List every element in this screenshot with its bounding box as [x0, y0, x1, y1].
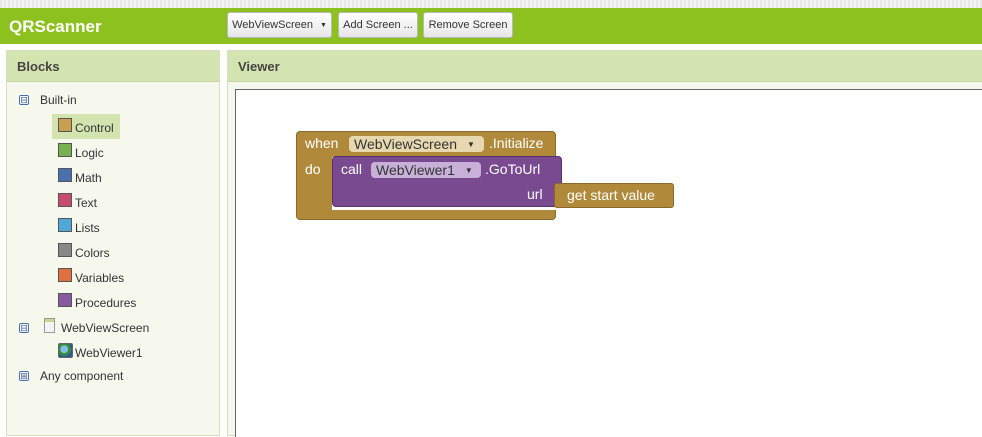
chevron-down-icon: ▼: [466, 139, 475, 149]
tree-item-label: Text: [75, 196, 98, 210]
event-name: .Initialize: [489, 135, 544, 151]
blocks-panel-title: Blocks: [7, 51, 219, 82]
lists-swatch-icon: [58, 218, 72, 232]
blocks-panel: Blocks ⊟ Built-in Control Logic Math Tex…: [6, 50, 220, 436]
add-screen-button[interactable]: Add Screen ...: [338, 12, 418, 38]
logic-swatch-icon: [58, 143, 72, 157]
procedures-swatch-icon: [58, 293, 72, 307]
blocks-workspace[interactable]: when WebViewScreen ▼ .Initialize do call…: [235, 89, 982, 437]
colors-swatch-icon: [58, 243, 72, 257]
webviewer-icon: [58, 342, 73, 358]
tree-item-label: Lists: [75, 221, 100, 235]
tree-item-lists[interactable]: Lists: [58, 217, 100, 239]
call-component-dropdown[interactable]: WebViewer1 ▼: [371, 162, 481, 178]
tree-item-label: Procedures: [75, 296, 137, 310]
url-param-label: url: [527, 186, 543, 202]
tree-item-label: Logic: [75, 146, 104, 160]
call-keyword: call: [341, 161, 363, 177]
tree-item-webviewer[interactable]: WebViewer1: [58, 342, 143, 364]
call-component-label: WebViewer1: [376, 162, 455, 178]
get-start-value-block[interactable]: get start value: [554, 183, 674, 208]
event-component-label: WebViewScreen: [354, 136, 457, 152]
when-keyword: when: [305, 135, 339, 151]
tree-item-variables[interactable]: Variables: [58, 267, 124, 289]
screen-label: WebViewScreen: [61, 321, 150, 335]
tree-item-control[interactable]: Control: [58, 117, 114, 139]
screen-icon: [44, 317, 55, 333]
chevron-down-icon: ▼: [319, 21, 327, 29]
tree-item-logic[interactable]: Logic: [58, 142, 104, 164]
collapse-icon[interactable]: ⊟: [19, 95, 29, 105]
tree-item-text[interactable]: Text: [58, 192, 97, 214]
chevron-down-icon: ▼: [464, 165, 473, 175]
event-block-bottom: [296, 210, 556, 220]
screen-select-label: WebViewScreen: [232, 19, 313, 31]
math-swatch-icon: [58, 168, 72, 182]
call-block[interactable]: call WebViewer1 ▼ .GoToUrl url: [332, 156, 562, 207]
tree-item-math[interactable]: Math: [58, 167, 102, 189]
builtin-label: Built-in: [40, 93, 77, 107]
tree-screen[interactable]: ⊟ WebViewScreen: [19, 317, 149, 339]
any-component-label: Any component: [40, 369, 124, 383]
screen-select-dropdown[interactable]: WebViewScreen ▼: [227, 12, 332, 38]
viewer-panel: Viewer when WebViewScreen ▼ .Initialize …: [227, 50, 982, 437]
top-strip: [0, 0, 982, 8]
expand-icon[interactable]: ⊞: [19, 371, 29, 381]
control-swatch-icon: [58, 118, 72, 132]
tree-item-colors[interactable]: Colors: [58, 242, 110, 264]
app-title: QRScanner: [9, 17, 102, 36]
tree-item-label: Variables: [75, 271, 125, 285]
tree-item-label: Math: [75, 171, 102, 185]
do-keyword: do: [305, 161, 321, 177]
tree-item-procedures[interactable]: Procedures: [58, 292, 136, 314]
viewer-panel-title: Viewer: [228, 51, 982, 82]
variables-swatch-icon: [58, 268, 72, 282]
tree-any-component[interactable]: ⊞ Any component: [19, 365, 123, 387]
tree-item-label: Colors: [75, 246, 110, 260]
tree-item-label: Control: [75, 121, 114, 135]
top-bar: QRScanner WebViewScreen ▼ Add Screen ...…: [0, 8, 982, 44]
event-component-dropdown[interactable]: WebViewScreen ▼: [349, 136, 484, 152]
tree-builtin[interactable]: ⊟ Built-in: [19, 89, 77, 111]
get-start-value-label: get start value: [567, 187, 655, 203]
text-swatch-icon: [58, 193, 72, 207]
component-label: WebViewer1: [75, 346, 143, 360]
remove-screen-button[interactable]: Remove Screen: [423, 12, 513, 38]
collapse-icon[interactable]: ⊟: [19, 323, 29, 333]
call-method: .GoToUrl: [485, 161, 541, 177]
